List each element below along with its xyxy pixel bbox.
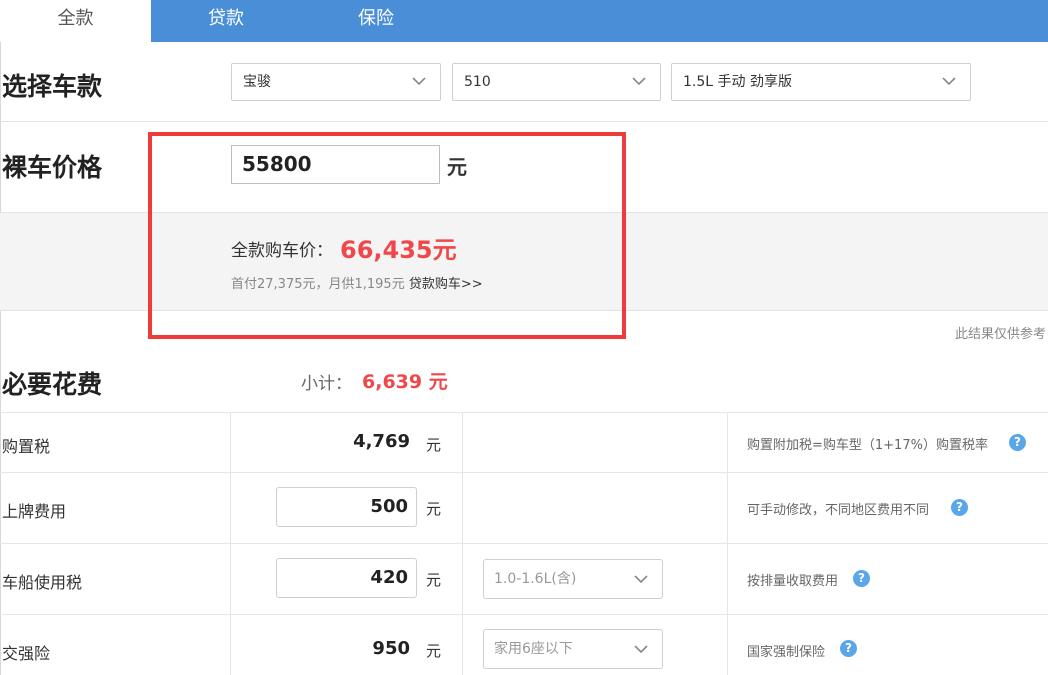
select-car-title: 选择车款 — [2, 72, 103, 101]
model-select-value: 510 — [464, 74, 491, 90]
help-icon[interactable]: ? — [840, 640, 857, 657]
tab-insurance[interactable]: 保险 — [301, 0, 451, 42]
row-divider — [0, 614, 1048, 615]
required-costs-title: 必要花费 — [2, 370, 103, 399]
chevron-down-icon — [632, 77, 646, 86]
displacement-select-value: 1.0-1.6L(含) — [494, 571, 577, 587]
chevron-down-icon — [634, 575, 648, 584]
compulsory-insurance-unit: 元 — [426, 642, 442, 660]
brand-select[interactable]: 宝骏 — [231, 63, 441, 101]
help-icon[interactable]: ? — [1009, 434, 1026, 451]
highlight-frame — [148, 132, 626, 339]
column-divider — [727, 412, 728, 675]
vehicle-tax-unit: 元 — [426, 571, 442, 589]
version-select-value: 1.5L 手动 劲享版 — [683, 74, 792, 90]
compulsory-insurance-hint: 国家强制保险 — [747, 645, 826, 660]
registration-fee-hint: 可手动修改，不同地区费用不同 — [747, 503, 930, 518]
brand-select-value: 宝骏 — [243, 74, 271, 90]
registration-fee-value: 500 — [370, 496, 408, 517]
model-select[interactable]: 510 — [452, 63, 661, 101]
column-divider — [462, 412, 463, 675]
tab-full-payment[interactable]: 全款 — [0, 0, 151, 42]
purchase-tax-hint: 购置附加税=购车型（1+17%）购置税率 — [747, 438, 988, 453]
displacement-select[interactable]: 1.0-1.6L(含) — [483, 559, 663, 599]
purchase-tax-label: 购置税 — [2, 437, 51, 456]
chevron-down-icon — [942, 77, 956, 86]
row-divider — [0, 412, 1048, 413]
purchase-tax-value: 4,769 — [353, 431, 410, 452]
help-icon[interactable]: ? — [853, 570, 870, 587]
version-select[interactable]: 1.5L 手动 劲享版 — [671, 63, 971, 101]
registration-fee-label: 上牌费用 — [2, 502, 67, 521]
seat-type-select-value: 家用6座以下 — [494, 641, 573, 657]
row-divider — [0, 472, 1048, 473]
subtotal-value: 6,639 元 — [362, 371, 448, 393]
seat-type-select[interactable]: 家用6座以下 — [483, 629, 663, 669]
tab-loan[interactable]: 贷款 — [151, 0, 301, 42]
vehicle-tax-value: 420 — [370, 567, 408, 588]
vehicle-tax-hint: 按排量收取费用 — [747, 574, 839, 589]
vehicle-tax-input[interactable]: 420 — [276, 558, 417, 598]
row-divider — [0, 543, 1048, 544]
help-icon[interactable]: ? — [951, 499, 968, 516]
purchase-tax-unit: 元 — [426, 436, 442, 454]
registration-fee-input[interactable]: 500 — [276, 487, 417, 527]
left-border — [0, 42, 1, 675]
reference-note: 此结果仅供参考 — [954, 327, 1046, 342]
column-divider — [230, 412, 231, 675]
registration-fee-unit: 元 — [426, 500, 442, 518]
compulsory-insurance-value: 950 — [372, 638, 410, 659]
compulsory-insurance-label: 交强险 — [2, 644, 51, 663]
divider — [0, 121, 1048, 122]
chevron-down-icon — [634, 645, 648, 654]
vehicle-tax-label: 车船使用税 — [2, 573, 83, 592]
subtotal-label: 小计： — [301, 374, 352, 394]
chevron-down-icon — [412, 77, 426, 86]
bare-price-title: 裸车价格 — [2, 153, 103, 182]
